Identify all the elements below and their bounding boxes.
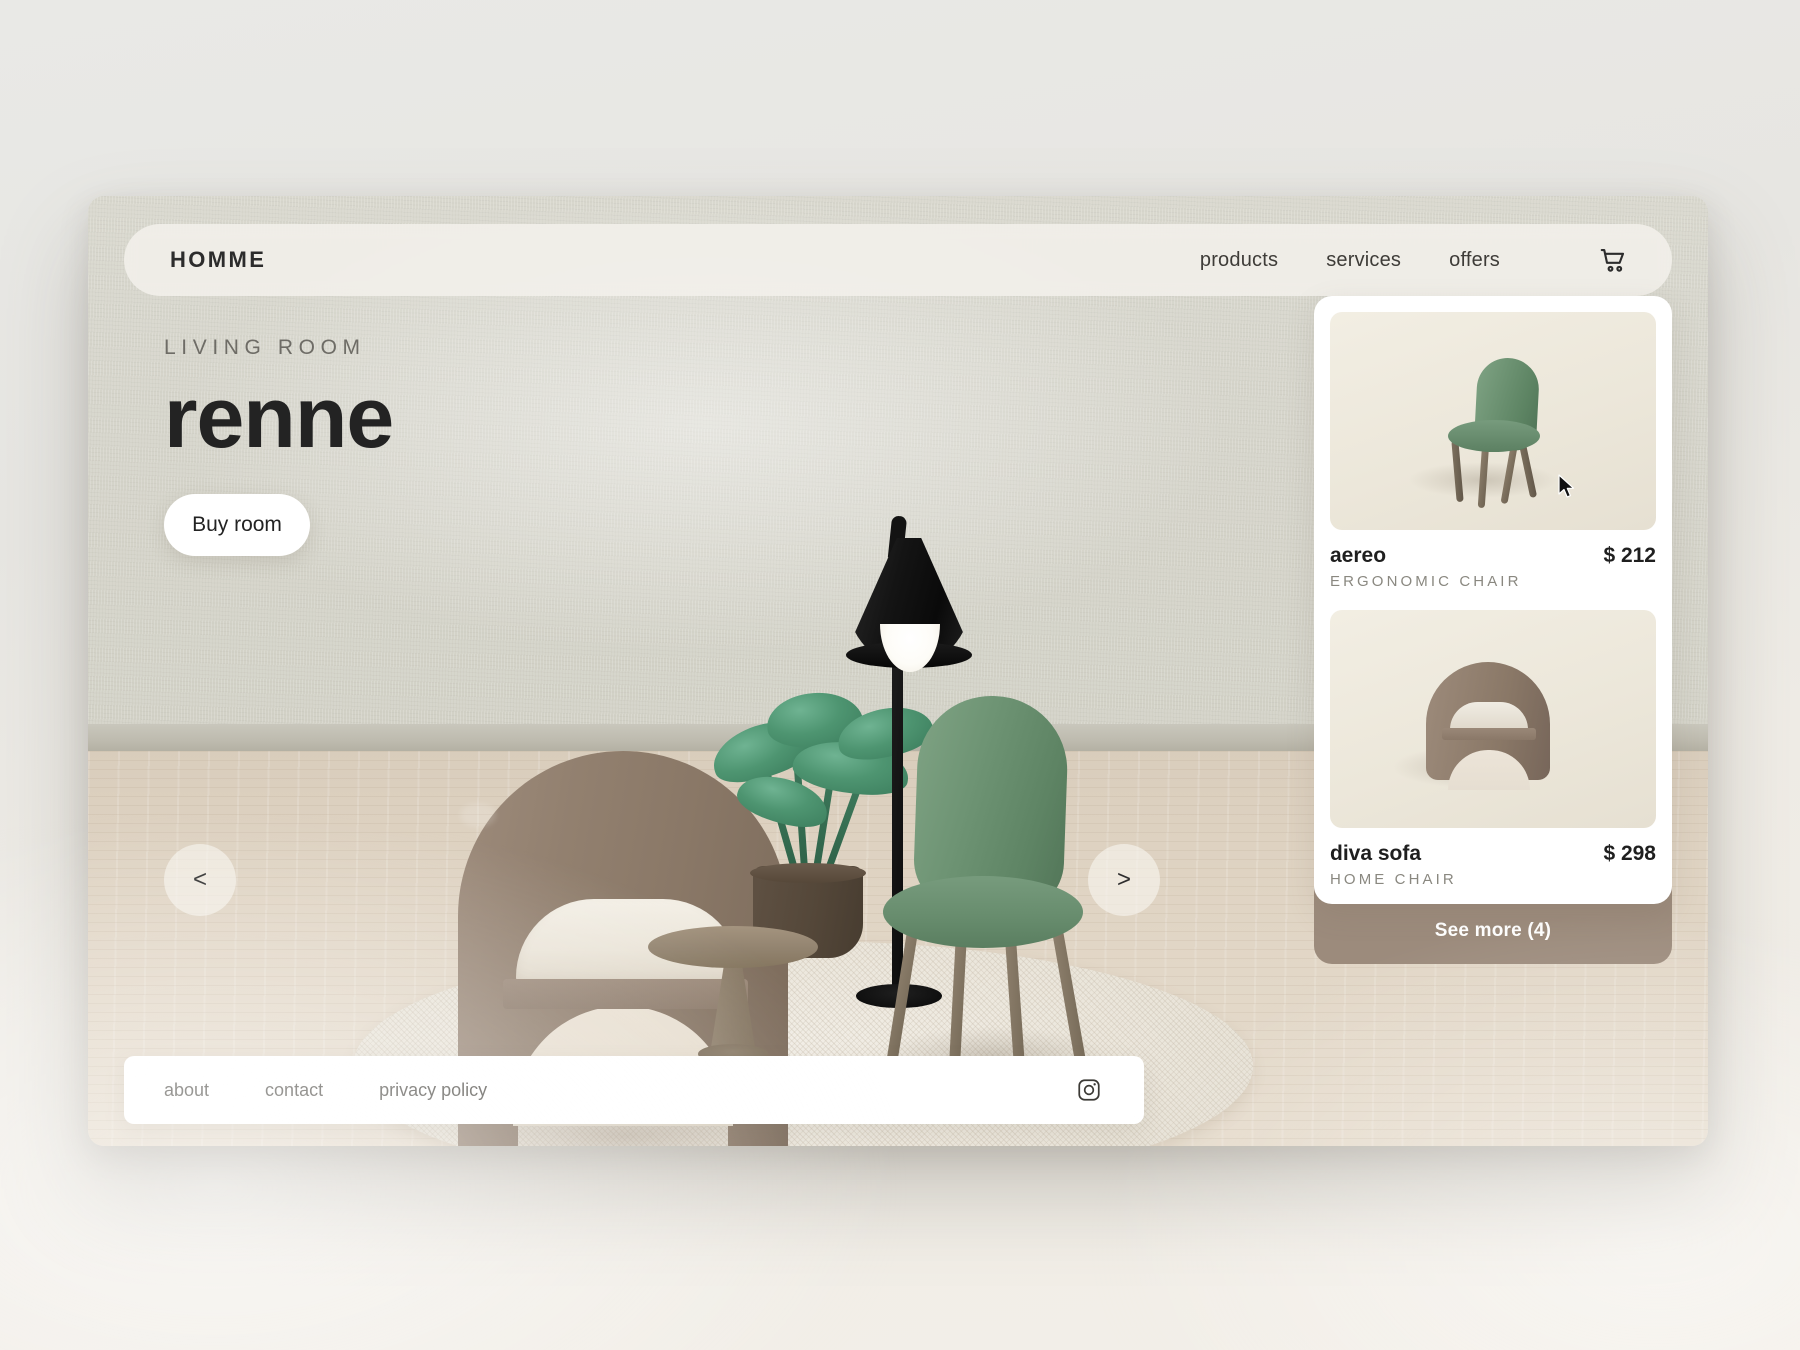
nav-links: products services offers xyxy=(1200,249,1500,272)
mouse-cursor xyxy=(1558,474,1576,500)
top-navigation-bar: HOMME products services offers xyxy=(124,224,1672,296)
side-table-top xyxy=(648,926,818,968)
shopping-cart-icon[interactable] xyxy=(1596,243,1630,277)
footer-bar: about contact privacy policy xyxy=(124,1056,1144,1124)
product-category: HOME CHAIR xyxy=(1330,871,1457,888)
footer-link-contact[interactable]: contact xyxy=(265,1080,323,1101)
product-list-card: aereo $ 212 ERGONOMIC CHAIR diva sofa $ … xyxy=(1314,296,1672,904)
hero-headline: renne xyxy=(164,370,394,466)
side-table-stem xyxy=(710,954,756,1054)
instagram-icon[interactable] xyxy=(1074,1075,1104,1105)
hero-copy: LIVING ROOM renne Buy room xyxy=(164,336,394,557)
product-panel: See more (4) aereo $ 212 ERGONOMIC CHAIR… xyxy=(1314,296,1672,964)
product-thumbnail-brown-armchair[interactable] xyxy=(1330,610,1656,828)
side-table xyxy=(648,926,818,1066)
green-chair-seat xyxy=(883,876,1083,948)
footer-links: about contact privacy policy xyxy=(164,1080,487,1101)
product-price: $ 212 xyxy=(1603,544,1656,567)
product-separator xyxy=(1330,594,1656,610)
product-name-price-row: aereo $ 212 xyxy=(1330,544,1656,568)
product-name-price-row: diva sofa $ 298 xyxy=(1330,842,1656,866)
thumb-chair-seat xyxy=(1448,420,1540,452)
product-thumbnail-green-chair[interactable] xyxy=(1330,312,1656,530)
nav-link-offers[interactable]: offers xyxy=(1449,249,1500,272)
product-item[interactable]: diva sofa $ 298 HOME CHAIR xyxy=(1330,610,1656,888)
footer-link-about[interactable]: about xyxy=(164,1080,209,1101)
carousel-prev-button[interactable]: < xyxy=(164,844,236,916)
product-name: diva sofa xyxy=(1330,842,1422,865)
carousel-next-button[interactable]: > xyxy=(1088,844,1160,916)
nav-link-services[interactable]: services xyxy=(1326,249,1401,272)
product-name: aereo xyxy=(1330,544,1387,567)
brand-logo[interactable]: HOMME xyxy=(170,247,266,273)
nav-link-products[interactable]: products xyxy=(1200,249,1278,272)
browser-window: HOMME products services offers LIVING RO… xyxy=(88,196,1708,1146)
product-price: $ 298 xyxy=(1603,842,1656,865)
thumb-armchair-apron xyxy=(1442,728,1536,740)
armchair-highlight xyxy=(460,803,496,827)
page-background: HOMME products services offers LIVING RO… xyxy=(0,0,1800,1350)
product-item[interactable]: aereo $ 212 ERGONOMIC CHAIR xyxy=(1330,312,1656,590)
green-chair xyxy=(878,693,1108,1096)
footer-link-privacy-policy[interactable]: privacy policy xyxy=(379,1080,487,1101)
see-more-label: See more (4) xyxy=(1434,920,1552,941)
buy-room-button[interactable]: Buy room xyxy=(164,494,310,557)
hero-eyebrow: LIVING ROOM xyxy=(164,336,366,359)
product-category: ERGONOMIC CHAIR xyxy=(1330,573,1522,590)
